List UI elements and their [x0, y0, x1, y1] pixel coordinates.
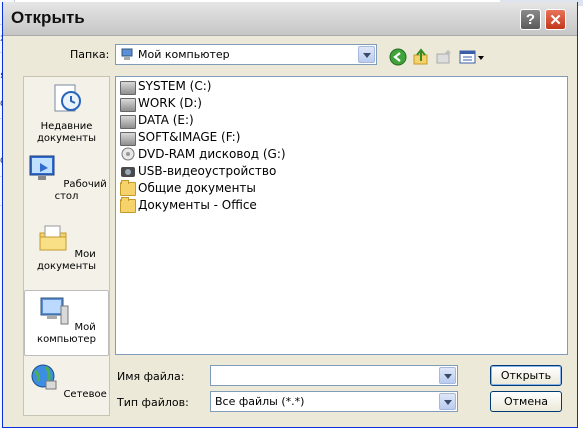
folder-combobox[interactable]: Мой компьютер: [115, 44, 377, 65]
filetype-label: Тип файлов:: [117, 396, 189, 409]
item-label: SYSTEM (C:): [138, 79, 212, 93]
cancel-button[interactable]: Отмена: [490, 391, 562, 412]
place-desktop[interactable]: Рабочий стол: [24, 151, 109, 203]
help-button[interactable]: ?: [520, 9, 541, 30]
item-label: USB-видеоустройство: [138, 164, 277, 178]
view-menu-icon[interactable]: [459, 48, 485, 66]
camera-icon: [121, 167, 135, 177]
place-network[interactable]: Сетевое: [24, 361, 109, 401]
item-label: Общие документы: [138, 181, 256, 195]
title-bar[interactable]: Открыть ? ✕: [3, 2, 577, 36]
back-icon[interactable]: [389, 48, 407, 66]
filetype-select[interactable]: Все файлы (*.*): [210, 391, 458, 412]
list-item[interactable]: WORK (D:): [120, 95, 202, 112]
place-label: Недавние документы: [37, 121, 96, 144]
filename-label: Имя файла:: [117, 370, 185, 383]
list-item[interactable]: SOFT&IMAGE (F:): [120, 129, 241, 146]
item-label: DVD-RAM дисковод (G:): [138, 147, 286, 161]
filetype-value: Все файлы (*.*): [215, 395, 305, 408]
list-item[interactable]: Документы - Office: [120, 197, 257, 213]
item-label: SOFT&IMAGE (F:): [138, 130, 241, 144]
folder-icon: [120, 197, 136, 213]
folder-icon: [120, 180, 136, 196]
chevron-down-icon[interactable]: [358, 46, 375, 63]
drive-icon: [120, 131, 136, 146]
list-item[interactable]: USB-видеоустройство: [120, 163, 276, 179]
close-button[interactable]: ✕: [545, 9, 566, 30]
recent-documents-icon: [54, 84, 81, 112]
drive-icon: [120, 80, 136, 95]
item-label: Документы - Office: [138, 198, 257, 212]
item-label: WORK (D:): [138, 96, 202, 110]
list-item[interactable]: Общие документы: [120, 180, 256, 196]
dialog-title: Открыть: [11, 8, 85, 27]
new-folder-icon[interactable]: [435, 48, 453, 66]
folder-label: Папка:: [70, 48, 110, 61]
list-item[interactable]: SYSTEM (C:): [120, 78, 212, 95]
dvd-drive-icon: [121, 147, 135, 161]
desktop-icon: [29, 155, 55, 180]
my-documents-icon: [39, 225, 67, 251]
place-recent-documents[interactable]: Недавние документы: [24, 81, 109, 145]
file-list[interactable]: SYSTEM (C:) WORK (D:) DATA (E:) SOFT&IMA…: [115, 76, 568, 355]
open-file-dialog: Открыть ? ✕ Папка: Мой компьютер Недавни…: [2, 2, 578, 428]
list-item[interactable]: DVD-RAM дисковод (G:): [120, 146, 286, 162]
folder-value: Мой компьютер: [138, 48, 230, 61]
filename-input[interactable]: [210, 365, 458, 386]
chevron-down-icon[interactable]: [439, 367, 456, 384]
chevron-down-icon[interactable]: [439, 393, 456, 410]
place-my-documents[interactable]: Мои документы: [24, 221, 109, 273]
up-folder-icon[interactable]: [412, 48, 430, 66]
drive-icon: [120, 97, 136, 112]
place-label: Рабочий стол: [54, 179, 107, 202]
places-bar: Недавние документы Рабочий стол Мои доку…: [23, 76, 110, 416]
item-label: DATA (E:): [138, 113, 194, 127]
open-button[interactable]: Открыть: [490, 365, 562, 386]
drive-icon: [120, 114, 136, 129]
my-computer-small-icon: [121, 48, 133, 60]
place-label: Сетевое: [63, 389, 107, 400]
my-computer-icon: [40, 297, 69, 325]
list-item[interactable]: DATA (E:): [120, 112, 194, 129]
network-icon: [31, 364, 57, 390]
place-my-computer[interactable]: Мой компьютер: [24, 290, 109, 356]
